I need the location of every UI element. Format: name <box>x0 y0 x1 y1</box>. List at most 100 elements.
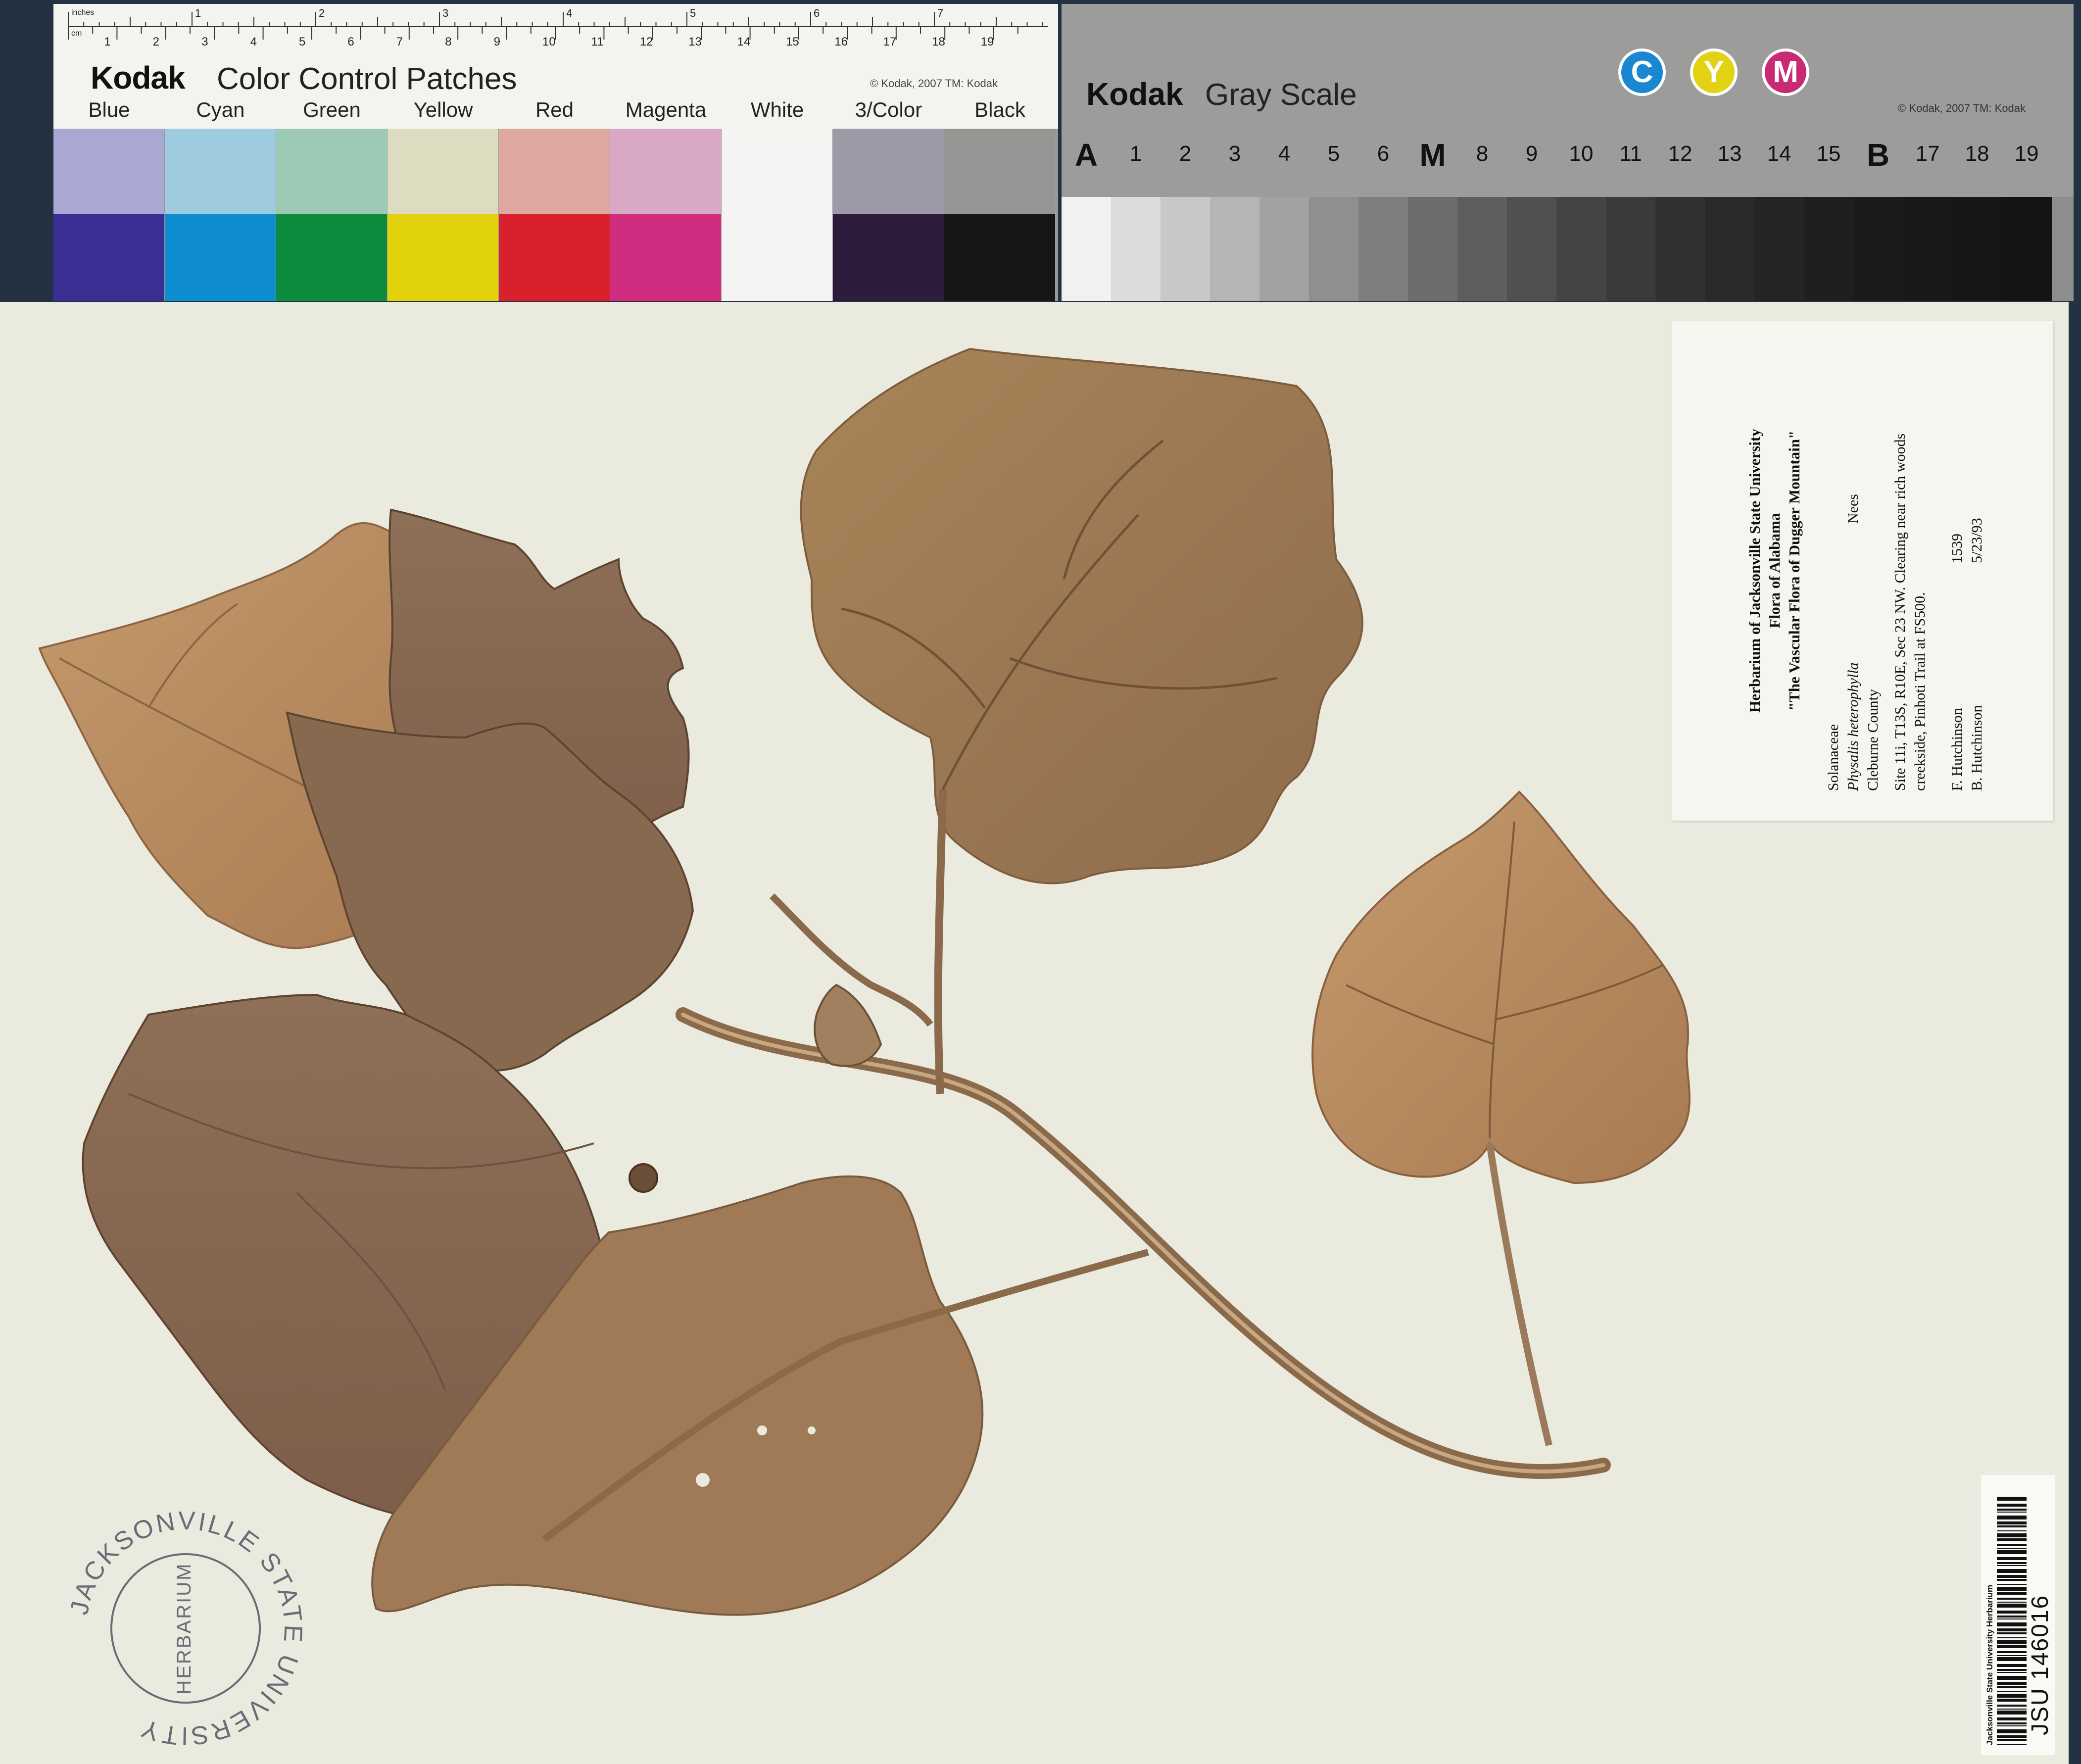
color-patch-3-color-light <box>833 129 944 214</box>
gray-patch <box>1556 197 1606 301</box>
color-patch-white-light <box>722 129 832 214</box>
ruler-cm-number: 7 <box>396 35 403 49</box>
barcode-bar <box>1997 1735 2027 1738</box>
yellow-dot-icon: Y <box>1690 49 1738 96</box>
herbarium-stamp: JACKSONVILLE STATE UNIVERSITY HERBARIUM <box>67 1510 304 1747</box>
barcode-bar <box>1997 1622 2027 1626</box>
ruler-cm-label: cm <box>71 29 82 38</box>
barcode-bar <box>1997 1657 2027 1661</box>
label-number: 1539 <box>1949 534 1965 563</box>
gray-step-label: 15 <box>1816 142 1841 166</box>
barcode-bar <box>1997 1705 2027 1707</box>
barcode-bar <box>1997 1676 2027 1680</box>
color-patch-yellow-light <box>387 129 498 214</box>
color-patch-3-color-solid <box>833 214 944 301</box>
barcode-bar <box>1997 1530 2027 1531</box>
gray-patch <box>1903 197 1953 301</box>
barcode-id: JSU 146016 <box>2027 1594 2053 1735</box>
barcode-bar <box>1997 1557 2027 1560</box>
barcode-bar <box>1997 1544 2027 1546</box>
ruler-cm-number: 17 <box>883 35 897 49</box>
barcode-bar <box>1997 1516 2027 1519</box>
gray-step-label: 13 <box>1717 142 1742 166</box>
gray-step-label: 18 <box>1965 142 1989 166</box>
barcode-bar <box>1997 1694 2027 1698</box>
barcode-bar <box>1997 1512 2027 1513</box>
gray-patch <box>1210 197 1260 301</box>
gray-patch <box>1408 197 1458 301</box>
color-patch-white-solid <box>722 214 832 301</box>
barcode-bar <box>1997 1616 2027 1617</box>
color-patch-black-solid <box>944 214 1055 301</box>
barcode-bar <box>1997 1709 2027 1710</box>
gray-step-label: A <box>1074 137 1098 173</box>
color-patch-green-light <box>276 129 387 214</box>
gray-step-label: 12 <box>1668 142 1693 166</box>
color-name-red: Red <box>535 98 574 121</box>
cyan-dot-icon: C <box>1618 49 1666 96</box>
color-patch-cyan-light <box>165 129 276 214</box>
label-locality-1: Site 11i, T13S, R10E, Sec 23 NW. Clearin… <box>1892 433 1908 791</box>
color-name-cyan: Cyan <box>196 98 245 121</box>
barcode-bar <box>1997 1729 2027 1733</box>
color-patch-cyan-solid <box>165 214 276 301</box>
color-patch-magenta-light <box>610 129 721 214</box>
barcode-bar <box>1997 1618 2027 1619</box>
ruler-cm-number: 16 <box>834 35 848 49</box>
barcode-bar <box>1997 1682 2027 1685</box>
gray-patch <box>1606 197 1656 301</box>
color-name-green: Green <box>303 98 361 121</box>
barcode-bar <box>1997 1504 2027 1507</box>
ruler-cm-number: 8 <box>445 35 451 49</box>
gray-patch <box>1705 197 1755 301</box>
ruler-cm-number: 18 <box>932 35 945 49</box>
label-county: Cleburne County <box>1865 689 1881 791</box>
barcode-bar <box>1997 1569 2027 1573</box>
gray-patch <box>1062 197 1112 301</box>
gray-step-label: 10 <box>1569 142 1594 166</box>
color-patch-blue-light <box>53 129 164 214</box>
ruler-cm-number: 2 <box>153 35 159 49</box>
barcode-bar <box>1997 1533 2027 1537</box>
ruler-inch-number: 7 <box>937 7 943 19</box>
petiole <box>1486 1142 1552 1446</box>
ruler-cm-number: 5 <box>299 35 305 49</box>
barcode-tag: Jacksonville State University Herbarium … <box>1981 1475 2055 1755</box>
barcode-bar <box>1997 1628 2027 1631</box>
barcode-bar <box>1997 1550 2027 1554</box>
gray-step-label: B <box>1866 137 1890 173</box>
gray-step-label: 14 <box>1767 142 1791 166</box>
fruit-calyx <box>814 983 882 1067</box>
gray-patch <box>1309 197 1359 301</box>
barcode-bar <box>1997 1711 2027 1715</box>
gray-patch <box>1853 197 1903 301</box>
barcode-bar <box>1997 1664 2027 1667</box>
gray-patch <box>1754 197 1804 301</box>
herbarium-label: Herbarium of Jacksonville State Universi… <box>1672 321 2053 821</box>
ruler-cm-number: 4 <box>250 35 257 49</box>
gray-step-label: 1 <box>1129 142 1142 166</box>
gray-patch <box>1358 197 1408 301</box>
ruler-inch-number: 1 <box>195 7 201 19</box>
label-species: Physalis heterophylla <box>1845 662 1861 791</box>
ruler: 12345678inches12345678910111213141516171… <box>53 4 1058 50</box>
ruler-cm-number: 1 <box>104 35 110 49</box>
label-date: 5/23/93 <box>1969 518 1985 563</box>
barcode-caption: Jacksonville State University Herbarium <box>1985 1584 1994 1745</box>
gray-patch <box>1259 197 1309 301</box>
ruler-cm-number: 10 <box>542 35 556 49</box>
gray-step-label: 11 <box>1619 142 1642 166</box>
gray-step-label: 17 <box>1915 142 1940 166</box>
color-patch-blue-solid <box>53 214 164 301</box>
color-names-row: Blue Cyan Green Yellow Red Magenta White… <box>53 95 1058 129</box>
kodak-logo: Kodak <box>91 60 186 96</box>
barcode-bar <box>1997 1575 2027 1578</box>
ruler-cm-number: 12 <box>640 35 653 49</box>
barcode-bar <box>1997 1562 2027 1564</box>
barcode-bar <box>1997 1637 2027 1638</box>
ruler-cm-number: 14 <box>737 35 751 49</box>
ruler-inch-number: 6 <box>814 7 820 19</box>
barcode-bar <box>1997 1651 2027 1653</box>
gray-patch <box>1161 197 1210 301</box>
barcode-bar <box>1997 1717 2027 1720</box>
